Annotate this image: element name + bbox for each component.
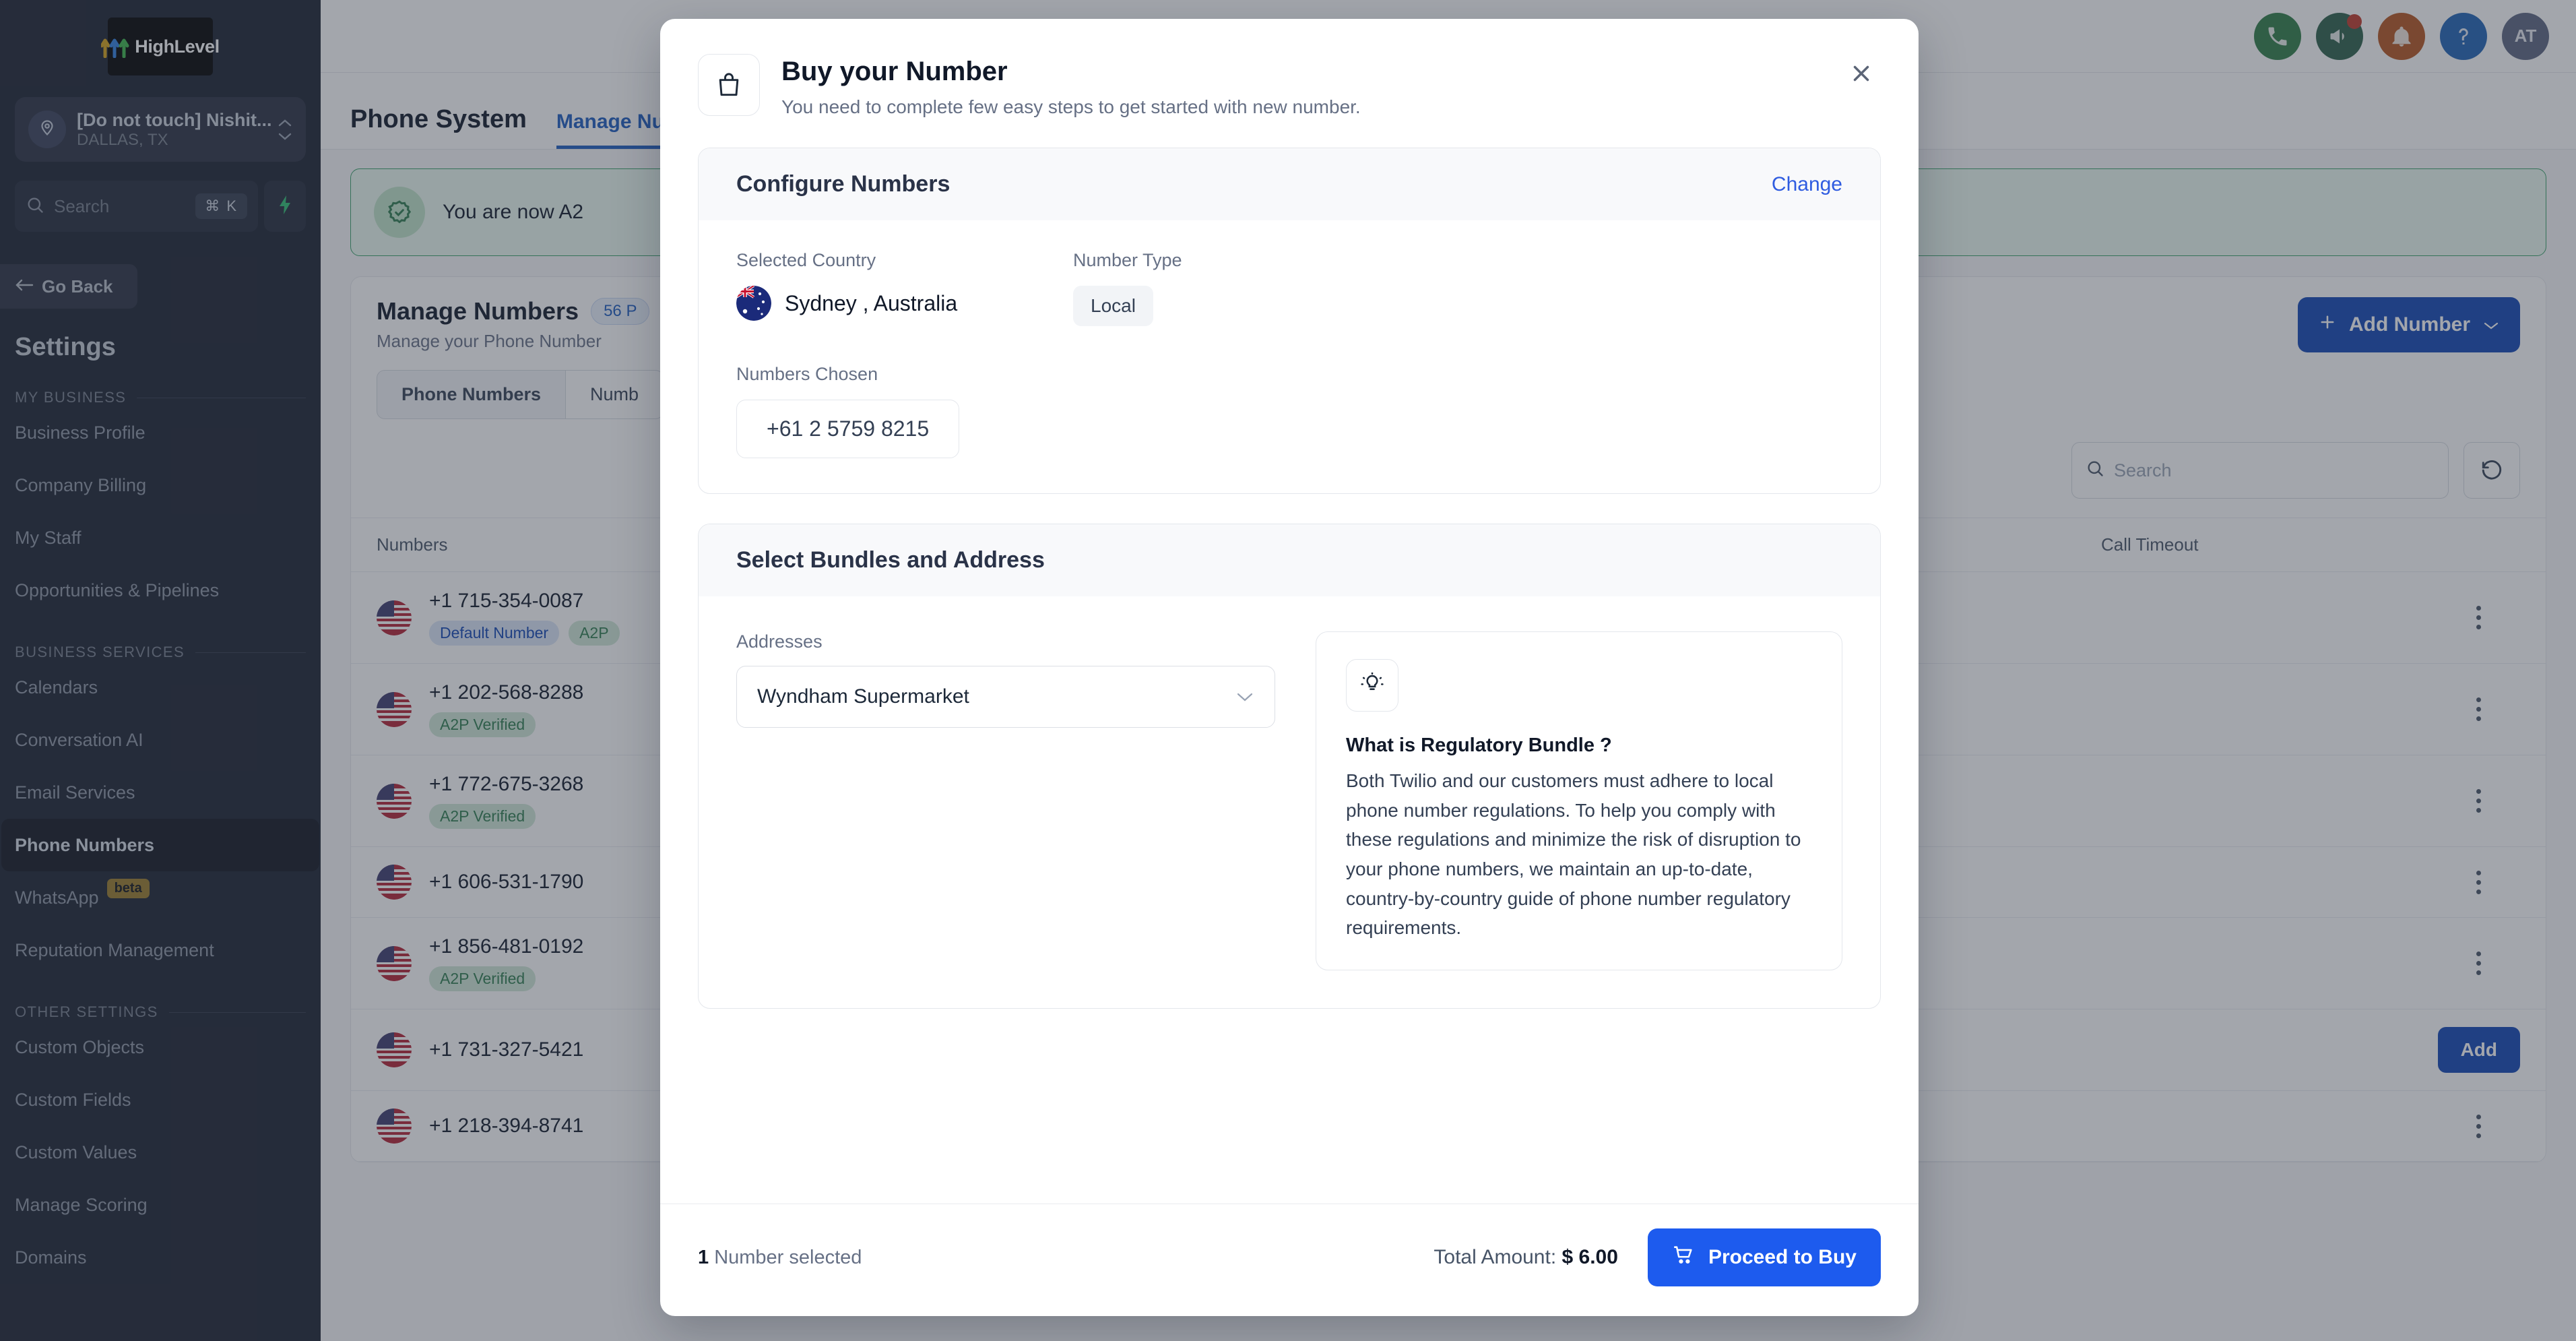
select-bundles-body: Addresses Wyndham Supermarket What is Re…: [699, 596, 1880, 1008]
modal-header: Buy your Number You need to complete few…: [660, 19, 1919, 118]
proceed-to-buy-label: Proceed to Buy: [1708, 1246, 1857, 1268]
numbers-chosen-field: Numbers Chosen +61 2 5759 8215: [736, 364, 1842, 458]
proceed-to-buy-button[interactable]: Proceed to Buy: [1647, 1228, 1881, 1286]
number-type-field: Number Type Local: [1073, 250, 1182, 326]
modal-subtitle: You need to complete few easy steps to g…: [781, 96, 1361, 117]
configure-numbers-card: Configure Numbers Change Selected Countr…: [698, 148, 1881, 494]
selected-country-label: Selected Country: [736, 250, 876, 270]
modal-body: Configure Numbers Change Selected Countr…: [660, 118, 1919, 1204]
selected-country-value: Sydney , Australia: [785, 290, 958, 315]
select-bundles-card: Select Bundles and Address Addresses Wyn…: [698, 524, 1881, 1009]
modal-footer: 1 Number selected Total Amount: $ 6.00 P…: [660, 1204, 1919, 1316]
app-root: HighLevel [Do not touch] Nishit... DALLA…: [0, 0, 2576, 1341]
addresses-field: Addresses Wyndham Supermarket: [736, 631, 1275, 970]
australia-flag-icon: [736, 286, 771, 321]
close-icon[interactable]: [1842, 54, 1881, 93]
shopping-cart-icon: [1672, 1243, 1695, 1272]
configure-numbers-header: Configure Numbers Change: [699, 148, 1880, 220]
chosen-number-chip[interactable]: +61 2 5759 8215: [736, 400, 960, 458]
select-bundles-header: Select Bundles and Address: [699, 524, 1880, 596]
regulatory-bundle-body: Both Twilio and our customers must adher…: [1346, 770, 1801, 939]
number-type-value: Local: [1073, 286, 1153, 326]
selected-count-label: Number selected: [709, 1246, 862, 1268]
country-type-row: Selected Country Sydney , Australia Numb…: [736, 250, 1842, 326]
addresses-label: Addresses: [736, 631, 823, 652]
change-link[interactable]: Change: [1772, 173, 1842, 196]
selected-country-field: Selected Country Sydney , Australia: [736, 250, 1073, 326]
total-amount-label: Total Amount:: [1434, 1246, 1557, 1268]
selected-count-text: 1 Number selected: [698, 1247, 862, 1269]
addresses-selected-value: Wyndham Supermarket: [757, 685, 969, 708]
addresses-select[interactable]: Wyndham Supermarket: [736, 666, 1275, 728]
modal-title: Buy your Number: [781, 57, 1008, 86]
total-amount-value: $ 6.00: [1561, 1246, 1618, 1268]
selected-count-value: 1: [698, 1246, 709, 1268]
select-bundles-title: Select Bundles and Address: [736, 547, 1045, 573]
regulatory-bundle-title: What is Regulatory Bundle ?: [1346, 735, 1612, 756]
configure-numbers-title: Configure Numbers: [736, 171, 951, 197]
lightbulb-icon: [1346, 659, 1398, 712]
numbers-chosen-label: Numbers Chosen: [736, 364, 878, 384]
buy-number-modal: Buy your Number You need to complete few…: [660, 19, 1919, 1316]
total-amount: Total Amount: $ 6.00: [1434, 1246, 1618, 1269]
configure-numbers-body: Selected Country Sydney , Australia Numb…: [699, 220, 1880, 493]
shopping-bag-icon: [698, 54, 760, 116]
regulatory-bundle-info-card: What is Regulatory Bundle ? Both Twilio …: [1316, 631, 1842, 971]
number-type-label: Number Type: [1073, 250, 1182, 270]
chevron-down-icon: [1235, 685, 1254, 708]
